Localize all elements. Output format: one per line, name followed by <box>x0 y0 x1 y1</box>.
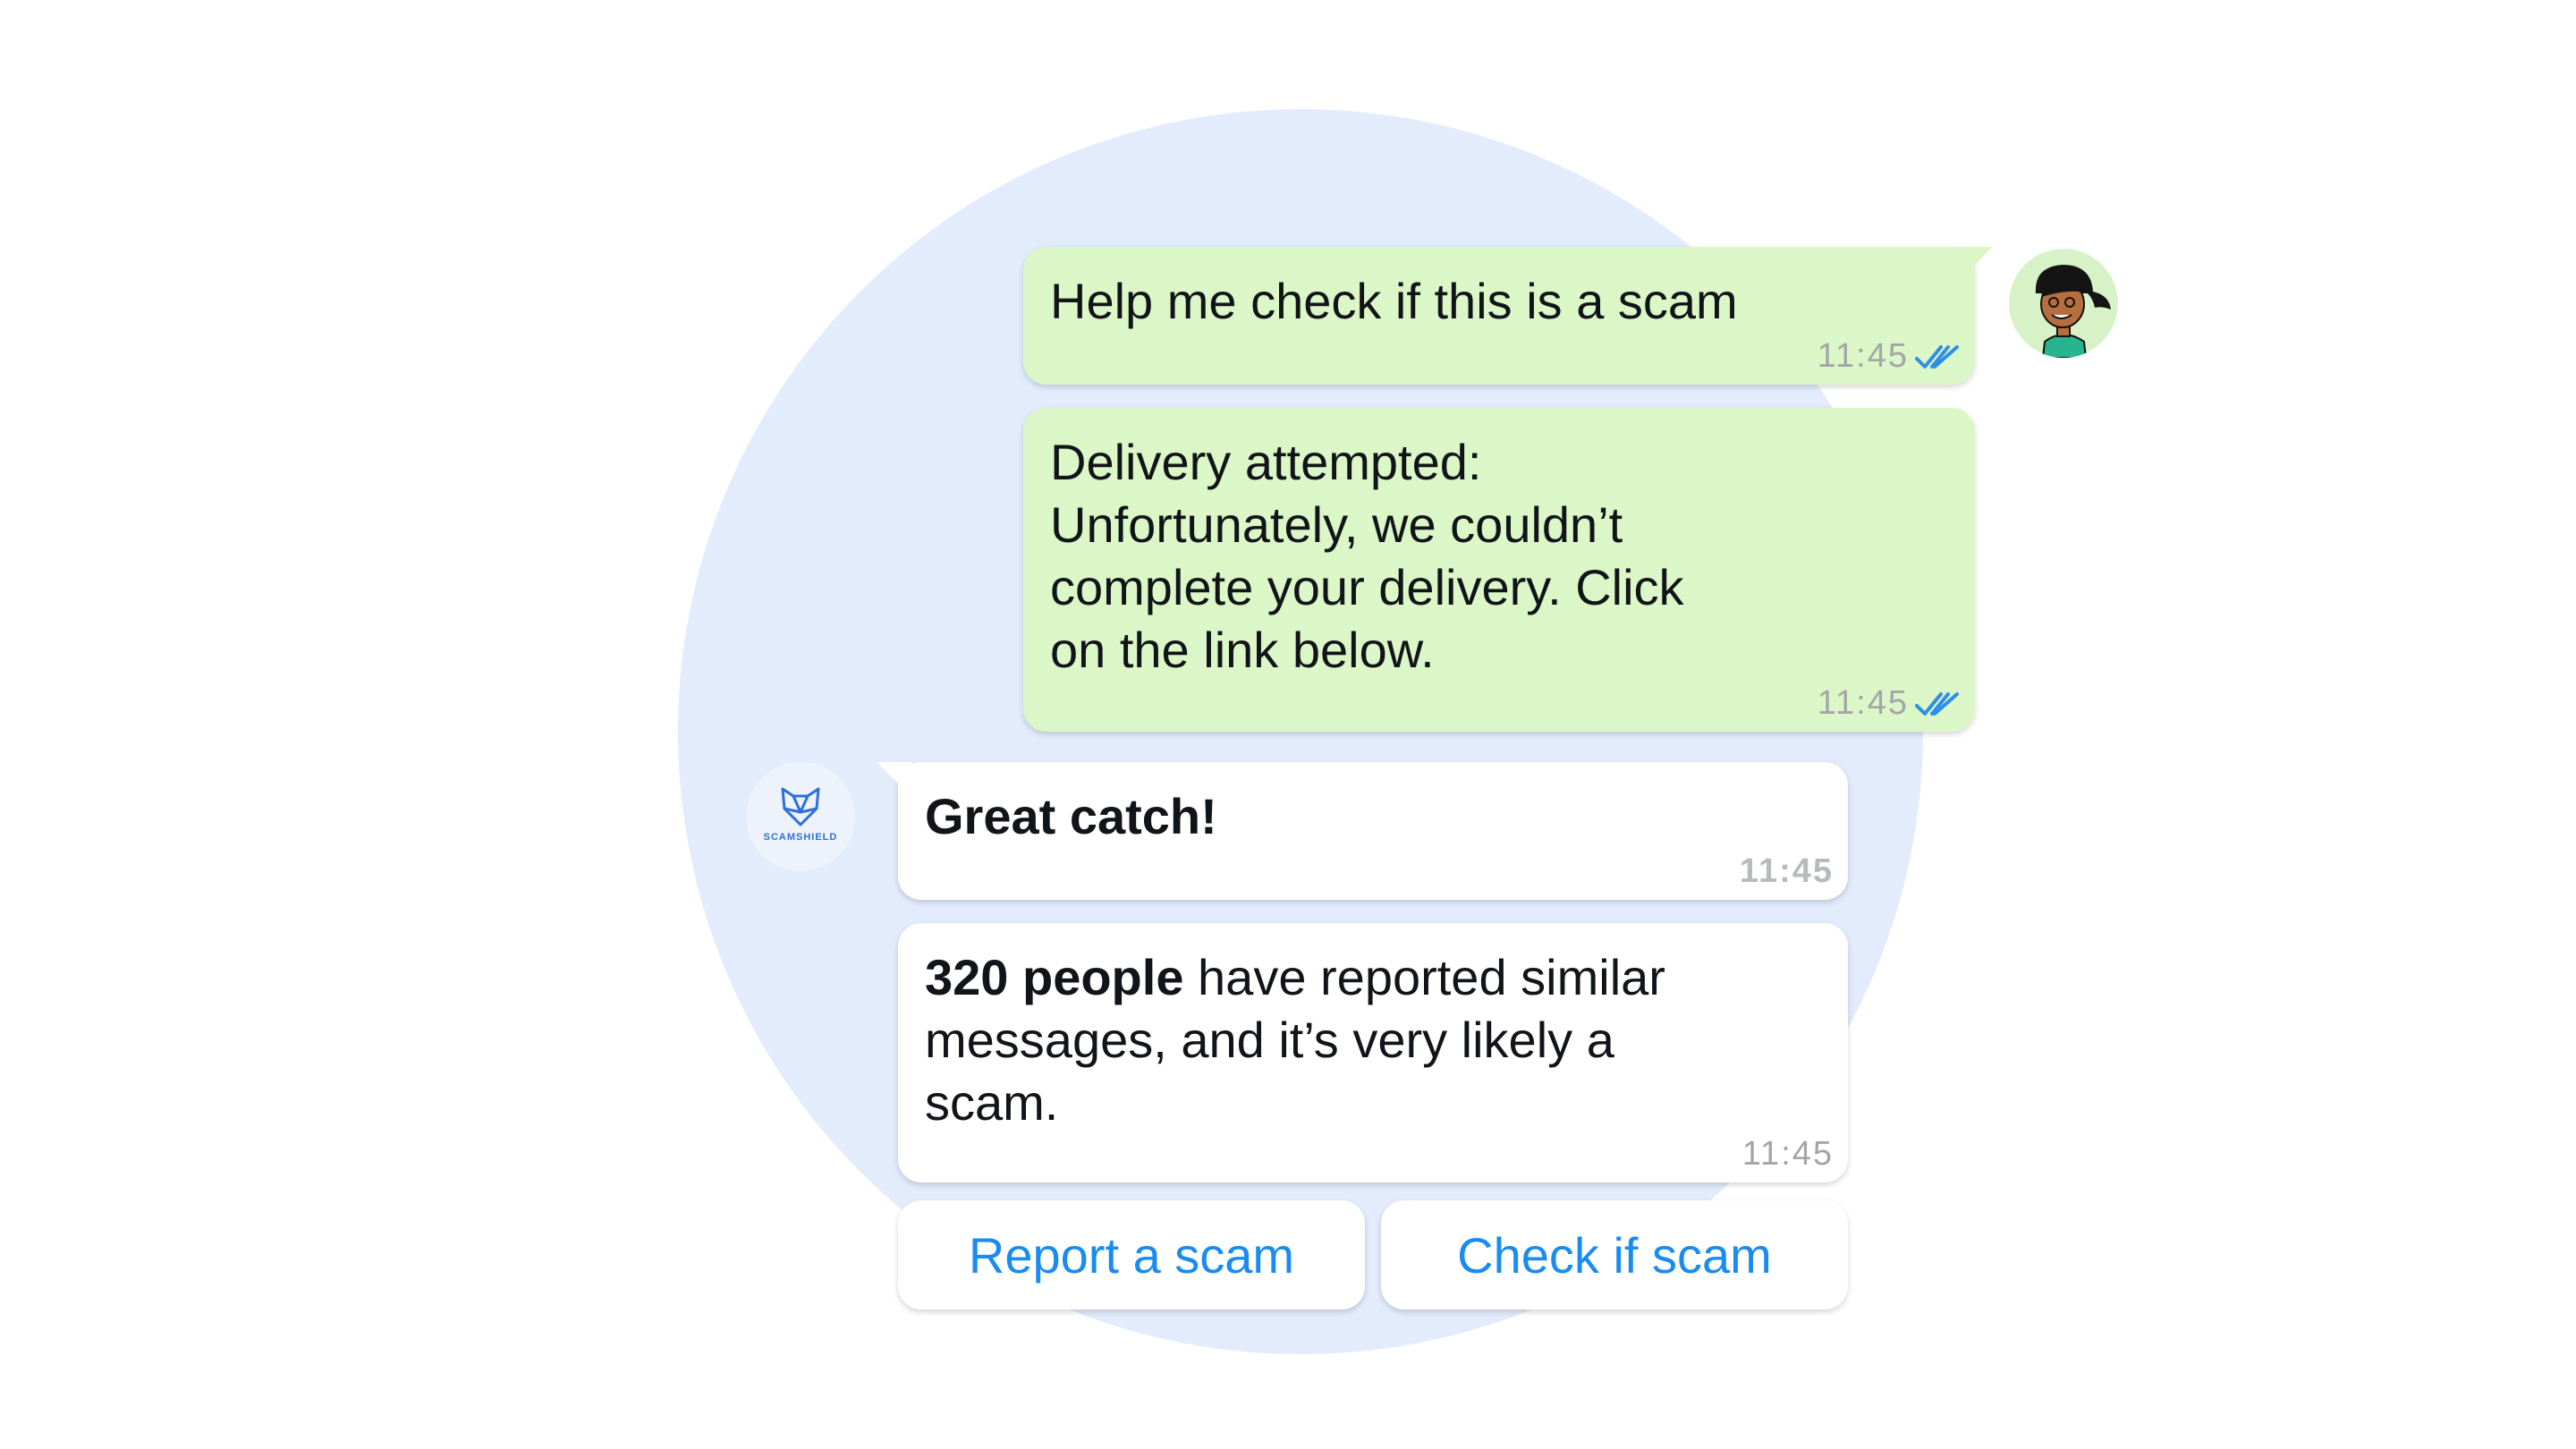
message-text: Great catch! <box>925 785 1812 848</box>
check-scam-button[interactable]: Check if scam <box>1381 1200 1848 1309</box>
double-check-icon <box>1915 691 1959 716</box>
message-text: 320 people have reported similar message… <box>925 946 1741 1134</box>
outgoing-message: Delivery attempted: Unfortunately, we co… <box>1023 408 1975 732</box>
user-avatar <box>2009 249 2118 358</box>
incoming-message: Great catch! 11:45 <box>877 762 1848 900</box>
message-bold-text: Great catch! <box>925 788 1217 844</box>
message-meta: 11:45 <box>1818 337 1961 376</box>
brand-name: SCAMSHIELD <box>763 832 838 843</box>
message-time: 11:45 <box>1817 684 1909 722</box>
woman-avatar-icon <box>2009 249 2118 358</box>
message-text: Help me check if this is a scam <box>1050 273 1738 329</box>
bubble-tail <box>1957 247 1993 283</box>
message-time: 11:45 <box>1739 852 1834 890</box>
bubble-tail <box>877 762 912 798</box>
double-check-icon <box>1915 344 1959 369</box>
outgoing-message: Help me check if this is a scam 11:45 <box>1023 247 1993 385</box>
message-meta: 11:45 <box>1742 1135 1834 1174</box>
report-scam-button[interactable]: Report a scam <box>898 1200 1365 1309</box>
message-time: 11:45 <box>1741 1135 1834 1173</box>
message-meta: 11:45 <box>1818 684 1961 723</box>
incoming-message: 320 people have reported similar message… <box>898 923 1848 1182</box>
bot-avatar: SCAMSHIELD <box>746 762 855 871</box>
fox-shield-icon <box>781 787 820 826</box>
message-time: 11:45 <box>1817 337 1909 375</box>
message-text: Delivery attempted: Unfortunately, we co… <box>1050 434 1684 678</box>
reported-count: 320 people <box>925 949 1184 1005</box>
message-meta: 11:45 <box>1740 852 1834 891</box>
